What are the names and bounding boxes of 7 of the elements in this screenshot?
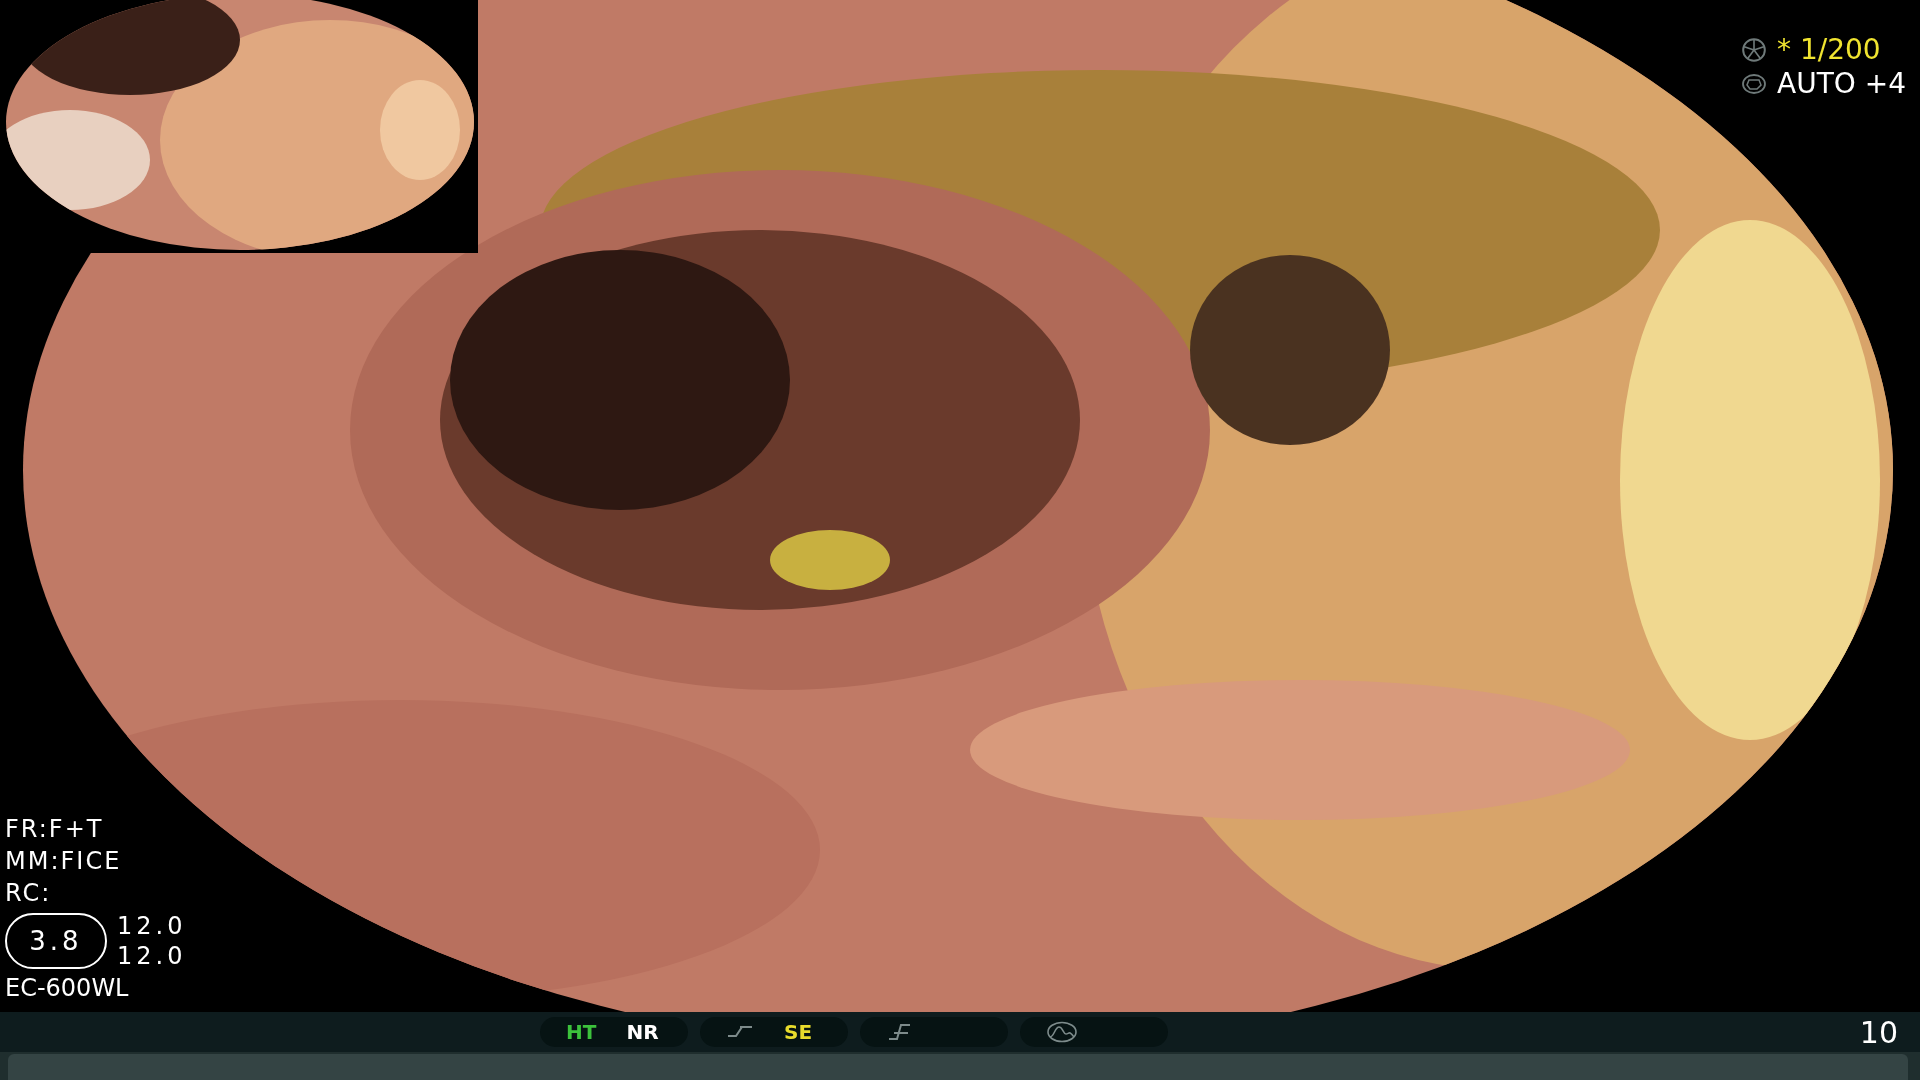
histogram-icon [1046, 1021, 1078, 1043]
slash-icon [886, 1022, 912, 1042]
status-label: SE [784, 1019, 813, 1046]
status-label: HT [566, 1019, 597, 1046]
status-label: NR [626, 1019, 659, 1046]
page-number: 10 [1859, 1013, 1898, 1052]
curve-icon [726, 1024, 754, 1040]
